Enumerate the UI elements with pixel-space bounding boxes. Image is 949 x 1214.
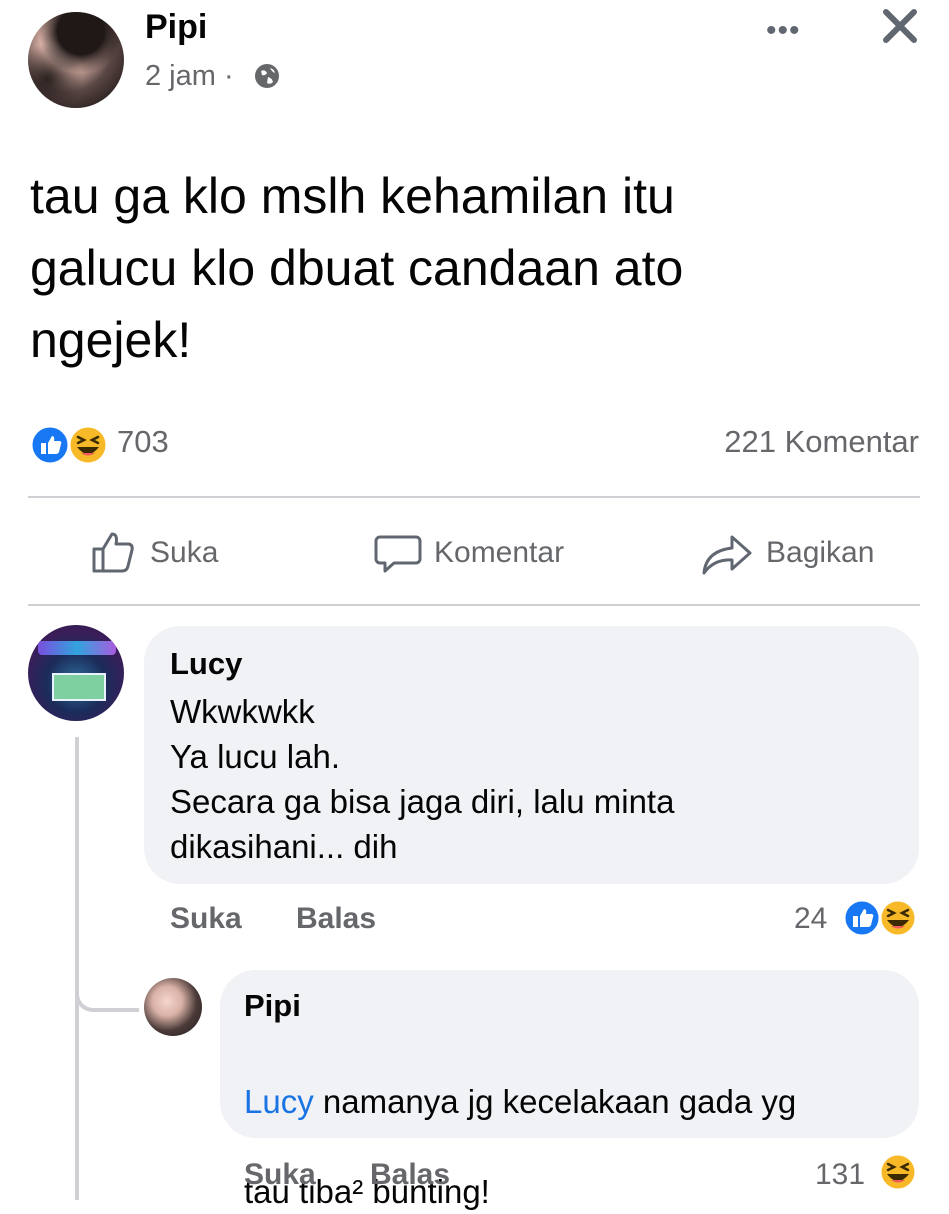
haha-icon[interactable] xyxy=(876,1150,920,1194)
divider xyxy=(28,604,920,606)
close-icon[interactable] xyxy=(878,4,922,48)
comment-reaction-icons[interactable] xyxy=(840,896,920,940)
reaction-icons[interactable] xyxy=(28,423,108,467)
reply-text-line: namanya jg kecelakaan gada yg xyxy=(313,1083,797,1120)
reply-author[interactable]: Pipi xyxy=(244,988,301,1024)
reply-like-button[interactable]: Suka xyxy=(244,1158,316,1192)
comment-author[interactable]: Lucy xyxy=(170,646,242,682)
reply-author-avatar[interactable] xyxy=(144,978,202,1036)
post-author-name[interactable]: Pipi xyxy=(145,8,207,47)
divider xyxy=(28,496,920,498)
share-icon xyxy=(702,535,752,575)
comment-reaction-count[interactable]: 24 xyxy=(794,902,827,936)
reaction-count[interactable]: 703 xyxy=(117,424,169,460)
globe-icon xyxy=(255,64,279,88)
post-time[interactable]: 2 jam · xyxy=(145,60,234,93)
post-text: tau ga klo mslh kehamilan itu galucu klo… xyxy=(30,168,684,368)
haha-icon xyxy=(878,898,918,938)
comment-icon xyxy=(374,535,422,573)
reply-thread-connector xyxy=(75,968,139,1012)
share-button-label: Bagikan xyxy=(766,536,875,569)
reply-reply-button[interactable]: Balas xyxy=(370,1158,450,1192)
like-button-label: Suka xyxy=(150,536,219,569)
share-button[interactable]: Bagikan xyxy=(700,525,874,581)
reply-reaction-count[interactable]: 131 xyxy=(815,1158,865,1192)
comment-reply-button[interactable]: Balas xyxy=(296,902,376,936)
reply-text: Lucy namanya jg kecelakaan gada yg tau t… xyxy=(244,1034,904,1214)
like-icon xyxy=(29,424,71,466)
author-avatar[interactable] xyxy=(28,12,124,108)
reply-bubble: Pipi Lucy namanya jg kecelakaan gada yg … xyxy=(220,970,919,1210)
comment-like-button[interactable]: Suka xyxy=(170,902,242,936)
comment-text: Wkwkwkk Ya lucu lah. Secara ga bisa jaga… xyxy=(170,693,675,865)
haha-icon xyxy=(67,424,108,466)
more-dots-icon[interactable]: ••• xyxy=(766,14,801,48)
thumbs-up-icon xyxy=(92,532,134,573)
like-button[interactable]: Suka xyxy=(90,525,218,581)
comment-bubble: Lucy Wkwkwkk Ya lucu lah. Secara ga bisa… xyxy=(144,626,919,884)
comment-button[interactable]: Komentar xyxy=(374,525,564,581)
like-icon xyxy=(842,898,882,938)
commenter-avatar[interactable] xyxy=(28,625,124,721)
comment-button-label: Komentar xyxy=(434,536,565,569)
comment-count[interactable]: 221 Komentar xyxy=(724,424,919,460)
mention-link[interactable]: Lucy xyxy=(244,1083,314,1120)
